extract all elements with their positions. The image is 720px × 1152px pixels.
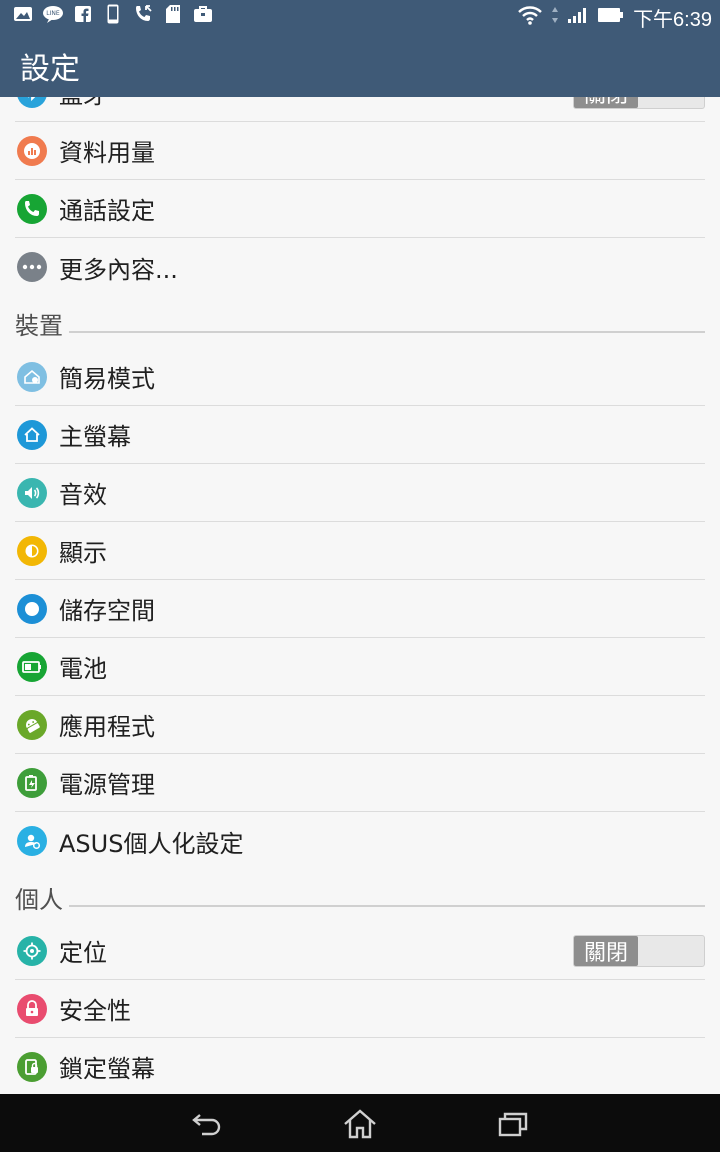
setting-label: 電池 [59,655,107,683]
setting-item-power-management[interactable]: 電源管理 [15,754,705,812]
toggle-state-label: 關閉 [574,936,638,966]
battery-icon [17,651,47,682]
home-icon [17,419,47,450]
location-icon [17,935,47,966]
navigation-bar [0,1094,720,1152]
setting-label: 應用程式 [59,713,155,741]
home-nav-icon[interactable] [340,1104,380,1144]
line-icon: LINE [42,4,64,24]
facebook-icon [72,4,94,24]
bluetooth-icon [17,97,47,108]
setting-item-asus-customized[interactable]: ASUS個人化設定 [15,812,705,870]
page-title: 設定 [20,52,80,87]
section-divider [69,331,705,333]
battery-status-icon [597,7,625,28]
setting-item-more[interactable]: 更多內容... [15,238,705,296]
gallery-icon [12,4,34,24]
asus-custom-icon [17,826,47,856]
notification-icons: LINE [12,4,214,24]
setting-item-sound[interactable]: 音效 [15,464,705,522]
setting-label: 顯示 [59,539,107,567]
setting-item-display[interactable]: 顯示 [15,522,705,580]
setting-item-easy-mode[interactable]: 簡易模式 [15,348,705,406]
briefcase-icon [192,4,214,24]
setting-label: 鎖定螢幕 [59,1055,155,1083]
location-toggle[interactable]: 關閉 [573,935,705,967]
setting-item-storage[interactable]: 儲存空間 [15,580,705,638]
setting-item-location[interactable]: 定位 關閉 [15,922,705,980]
android-icon [17,709,47,740]
setting-label: 音效 [59,481,107,509]
setting-label: 簡易模式 [59,365,155,393]
setting-label: 資料用量 [59,139,155,167]
phone-device-icon [102,4,124,24]
setting-label: 安全性 [59,997,131,1025]
section-divider [69,905,705,907]
easy-mode-icon [17,361,47,392]
brightness-icon [17,535,47,566]
system-status: 下午6:39 [517,3,712,32]
recent-apps-icon[interactable] [493,1104,533,1144]
section-title: 裝置 [15,306,67,348]
section-header-device: 裝置 [15,296,705,348]
lock-screen-icon [17,1051,47,1082]
phone-icon [17,193,47,224]
setting-label: 儲存空間 [59,597,155,625]
setting-item-security[interactable]: 安全性 [15,980,705,1038]
setting-item-data-usage[interactable]: 資料用量 [15,122,705,180]
section-header-personal: 個人 [15,870,705,922]
setting-item-battery[interactable]: 電池 [15,638,705,696]
bluetooth-toggle[interactable]: 關閉 [573,97,705,109]
setting-item-lock-screen[interactable]: 鎖定螢幕 [15,1038,705,1094]
setting-item-bluetooth[interactable]: 藍牙 關閉 [15,97,705,122]
wifi-icon [517,5,543,30]
signal-icon [567,6,589,29]
clock: 下午6:39 [633,9,712,31]
setting-label: 定位 [59,939,107,967]
setting-label: ASUS個人化設定 [59,829,244,858]
speaker-icon [17,477,47,508]
data-arrows-icon [551,6,559,29]
setting-label: 電源管理 [59,771,155,799]
data-usage-icon [17,135,47,166]
status-bar: LINE 下午6:39 [0,0,720,32]
setting-label: 更多內容... [59,255,178,284]
section-title: 個人 [15,880,67,922]
setting-item-call-settings[interactable]: 通話設定 [15,180,705,238]
toggle-state-label: 關閉 [574,97,638,108]
setting-label: 主螢幕 [59,423,131,451]
sd-card-icon [162,4,184,24]
settings-list[interactable]: 藍牙 關閉 資料用量 通話設定 更多內容... [0,97,720,1094]
power-management-icon [17,767,47,798]
app-header: 設定 [0,30,720,97]
svg-text:LINE: LINE [46,10,60,17]
lock-icon [17,993,47,1024]
setting-item-home-screen[interactable]: 主螢幕 [15,406,705,464]
more-icon [17,252,47,282]
storage-icon [17,593,47,624]
call-icon [132,4,154,24]
setting-label: 藍牙 [59,97,107,110]
setting-label: 通話設定 [59,197,155,225]
back-icon[interactable] [187,1104,227,1144]
setting-item-apps[interactable]: 應用程式 [15,696,705,754]
